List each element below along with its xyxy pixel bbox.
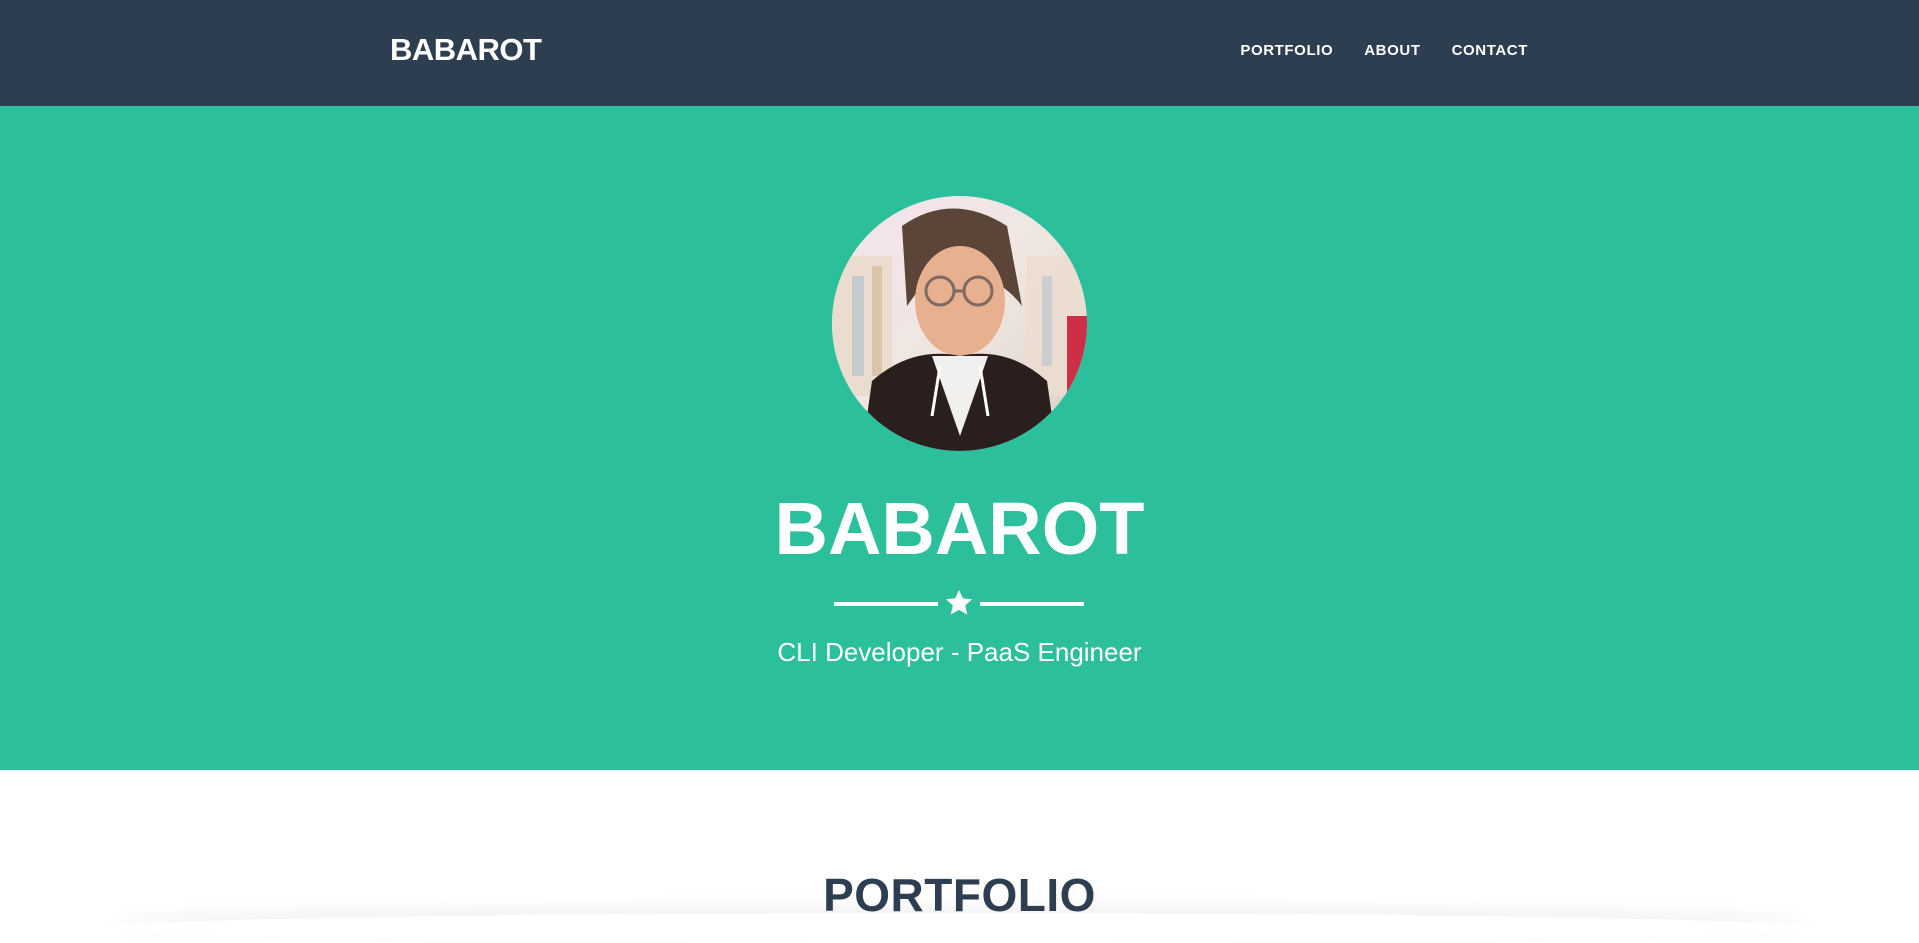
hero-title: BABAROT [774, 487, 1145, 570]
profile-avatar [832, 196, 1087, 451]
top-navbar: BABAROT PORTFOLIO ABOUT CONTACT [0, 0, 1919, 106]
nav-link-portfolio[interactable]: PORTFOLIO [1240, 40, 1333, 62]
hero-section: BABAROT CLI Developer - PaaS Engineer [0, 106, 1919, 770]
profile-photo-icon [832, 196, 1087, 451]
hero-subtitle: CLI Developer - PaaS Engineer [777, 637, 1142, 667]
nav-link-about[interactable]: ABOUT [1364, 40, 1420, 62]
divider-line-left [834, 602, 938, 606]
star-divider [834, 581, 1084, 627]
divider-line-right [980, 602, 1084, 606]
portfolio-heading: PORTFOLIO [823, 869, 1096, 921]
portfolio-section: PORTFOLIO [0, 770, 1919, 927]
star-icon [945, 589, 973, 615]
brand-logo-link[interactable]: BABAROT [390, 30, 542, 70]
nav-link-contact[interactable]: CONTACT [1452, 40, 1528, 62]
nav-links: PORTFOLIO ABOUT CONTACT [1240, 40, 1528, 62]
